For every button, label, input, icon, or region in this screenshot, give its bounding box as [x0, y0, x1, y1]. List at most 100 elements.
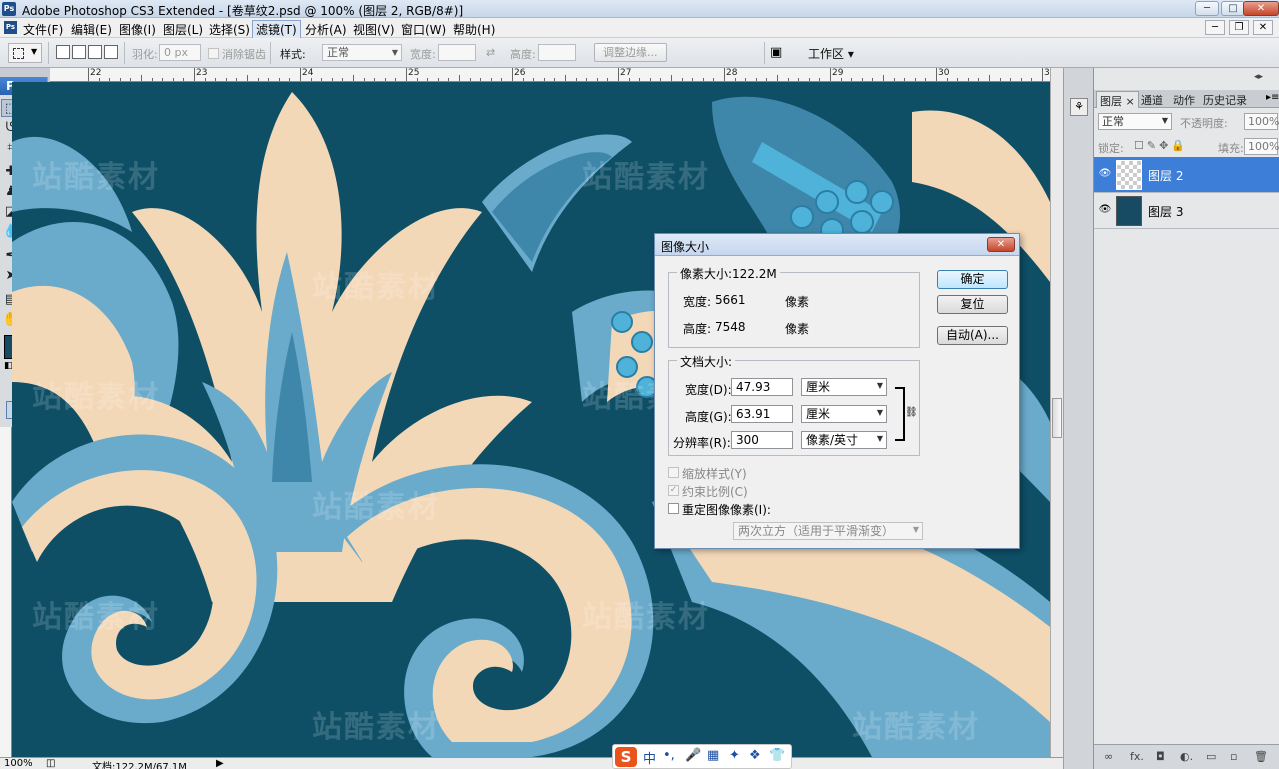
doc-minimize-button[interactable]: ─ — [1205, 20, 1225, 35]
menu-image[interactable]: 图像(I) — [116, 21, 159, 38]
resample-checkbox[interactable] — [668, 503, 679, 514]
separator — [764, 42, 765, 64]
menu-layer[interactable]: 图层(L) — [160, 21, 206, 38]
menu-help[interactable]: 帮助(H) — [450, 21, 498, 38]
chevron-down-icon: ▼ — [391, 48, 398, 57]
link-layers-icon[interactable]: ∞ — [1104, 750, 1113, 763]
fill-input[interactable]: 100% — [1244, 138, 1279, 155]
trash-icon[interactable]: 🗑 — [1254, 750, 1268, 763]
ime-keyboard-icon[interactable]: ▦ — [707, 748, 719, 763]
new-layer-icon[interactable]: ▫ — [1230, 750, 1237, 763]
panel-collapse-icon[interactable]: ◂▸ — [1254, 72, 1263, 82]
resample-method-select[interactable]: 两次立方（适用于平滑渐变） ▼ — [733, 522, 923, 540]
ok-button[interactable]: 确定 — [937, 270, 1008, 289]
ime-chinese-mode[interactable]: 中 — [643, 748, 656, 767]
doc-width-input[interactable]: 47.93 — [731, 378, 793, 396]
scale-styles-label: 缩放样式(Y) — [682, 467, 747, 481]
ruler-minor-tick — [671, 75, 672, 81]
marquee-preset-icon — [13, 48, 24, 59]
feather-input[interactable]: 0 px — [159, 44, 201, 61]
doc-height-unit-select[interactable]: 厘米 ▼ — [801, 405, 887, 423]
ime-skin-icon[interactable]: ✦ — [729, 748, 740, 763]
resolution-label: 分辨率(R): — [673, 436, 731, 450]
status-arrow-icon[interactable]: ▶ — [216, 758, 224, 769]
menu-bar: Ps 文件(F) 编辑(E) 图像(I) 图层(L) 选择(S) 滤镜(T) 分… — [0, 18, 1279, 39]
antialias-checkbox[interactable] — [208, 48, 219, 59]
new-selection-icon[interactable] — [56, 45, 70, 59]
doc-info: 文档:122.2M/67.1M — [92, 762, 187, 769]
constrain-proportions-checkbox[interactable]: ✓ — [668, 485, 679, 496]
swap-icon[interactable]: ⇄ — [486, 46, 495, 59]
ime-voice-icon[interactable]: 🎤 — [685, 748, 701, 763]
ime-punctuation-icon[interactable]: •, — [663, 748, 675, 763]
scrollbar-thumb[interactable] — [1052, 398, 1062, 438]
resolution-input[interactable]: 300 — [731, 431, 793, 449]
tab-history[interactable]: 历史记录 — [1200, 91, 1250, 108]
pixel-height-value: 7548 — [715, 320, 746, 334]
menu-window[interactable]: 窗口(W) — [398, 21, 449, 38]
subtract-selection-icon[interactable] — [88, 45, 102, 59]
navigator-panel-icon[interactable]: ⚘ — [1070, 98, 1088, 116]
menu-view[interactable]: 视图(V) — [350, 21, 398, 38]
vertical-scrollbar[interactable] — [1050, 68, 1063, 757]
layer-row[interactable]: 👁 图层 2 — [1094, 157, 1279, 193]
doc-height-unit: 厘米 — [806, 407, 831, 421]
status-bar: 100% ◫ 文档:122.2M/67.1M ▶ — [0, 757, 1063, 769]
ime-shirt-icon[interactable]: 👕 — [769, 748, 785, 763]
menu-filter[interactable]: 滤镜(T) — [252, 20, 301, 39]
eye-icon[interactable]: 👁 — [1098, 167, 1112, 181]
blend-mode-select[interactable]: 正常 ▼ — [1098, 113, 1172, 130]
width-input[interactable] — [438, 44, 476, 61]
ruler-tick — [406, 68, 407, 81]
menu-analysis[interactable]: 分析(A) — [302, 21, 350, 38]
tab-close-icon[interactable]: × — [1126, 95, 1135, 108]
auto-button[interactable]: 自动(A)... — [937, 326, 1008, 345]
add-selection-icon[interactable] — [72, 45, 86, 59]
dialog-close-button[interactable]: ✕ — [987, 237, 1015, 252]
palette-well-icon[interactable]: ▣ — [770, 45, 792, 61]
menu-select[interactable]: 选择(S) — [206, 21, 253, 38]
layer-style-icon[interactable]: fx. — [1130, 750, 1144, 763]
resample-method: 两次立方（适用于平滑渐变） — [738, 524, 895, 538]
watermark-text: 站酷素材 — [32, 380, 160, 415]
menu-file[interactable]: 文件(F) — [20, 21, 66, 38]
scale-styles-checkbox[interactable] — [668, 467, 679, 478]
chevron-down-icon: ▼ — [912, 525, 919, 534]
doc-close-button[interactable]: ✕ — [1253, 20, 1273, 35]
doc-width-unit-select[interactable]: 厘米 ▼ — [801, 378, 887, 396]
layer-row[interactable]: 👁 图层 3 — [1094, 193, 1279, 229]
style-select[interactable]: 正常 ▼ — [322, 44, 402, 61]
refine-edge-button[interactable]: 调整边缘... — [594, 43, 667, 62]
ruler-label: 30 — [938, 68, 950, 78]
doc-height-input[interactable]: 63.91 — [731, 405, 793, 423]
doc-restore-button[interactable]: ❐ — [1229, 20, 1249, 35]
panel-tabs: 图层 × 通道 动作 历史记录 ▸≡ — [1094, 90, 1279, 108]
opacity-input[interactable]: 100% — [1244, 113, 1279, 130]
reset-button[interactable]: 复位 — [937, 295, 1008, 314]
minimize-button[interactable]: ─ — [1195, 1, 1219, 16]
new-group-icon[interactable]: ▭ — [1206, 750, 1216, 763]
tab-layers[interactable]: 图层 × — [1096, 91, 1139, 108]
tab-actions[interactable]: 动作 — [1170, 91, 1198, 108]
workspace-button[interactable]: 工作区 ▾ — [808, 45, 854, 62]
resolution-unit-select[interactable]: 像素/英寸 ▼ — [801, 431, 887, 449]
eye-icon[interactable]: 👁 — [1098, 203, 1112, 217]
lock-icons[interactable]: ☐✎✥🔒 — [1134, 139, 1188, 152]
status-menu-icon[interactable]: ◫ — [46, 758, 55, 769]
layer-mask-icon[interactable]: ◘ — [1156, 750, 1165, 763]
maximize-button[interactable]: □ — [1221, 1, 1245, 16]
zoom-level[interactable]: 100% — [4, 758, 33, 769]
sogou-logo-icon[interactable]: S — [615, 747, 637, 767]
menu-edit[interactable]: 编辑(E) — [68, 21, 115, 38]
adjustment-layer-icon[interactable]: ◐. — [1180, 750, 1193, 763]
panel-menu-icon[interactable]: ▸≡ — [1266, 92, 1279, 103]
tool-preset-picker[interactable]: ▼ — [8, 43, 42, 63]
ime-toolbox-icon[interactable]: ❖ — [749, 748, 761, 763]
ruler-minor-tick — [565, 75, 566, 81]
ruler-minor-tick — [989, 75, 990, 81]
ruler-tick — [830, 68, 831, 81]
tab-channels[interactable]: 通道 — [1138, 91, 1166, 108]
height-input[interactable] — [538, 44, 576, 61]
intersect-selection-icon[interactable] — [104, 45, 118, 59]
close-button[interactable]: ✕ — [1243, 1, 1279, 16]
